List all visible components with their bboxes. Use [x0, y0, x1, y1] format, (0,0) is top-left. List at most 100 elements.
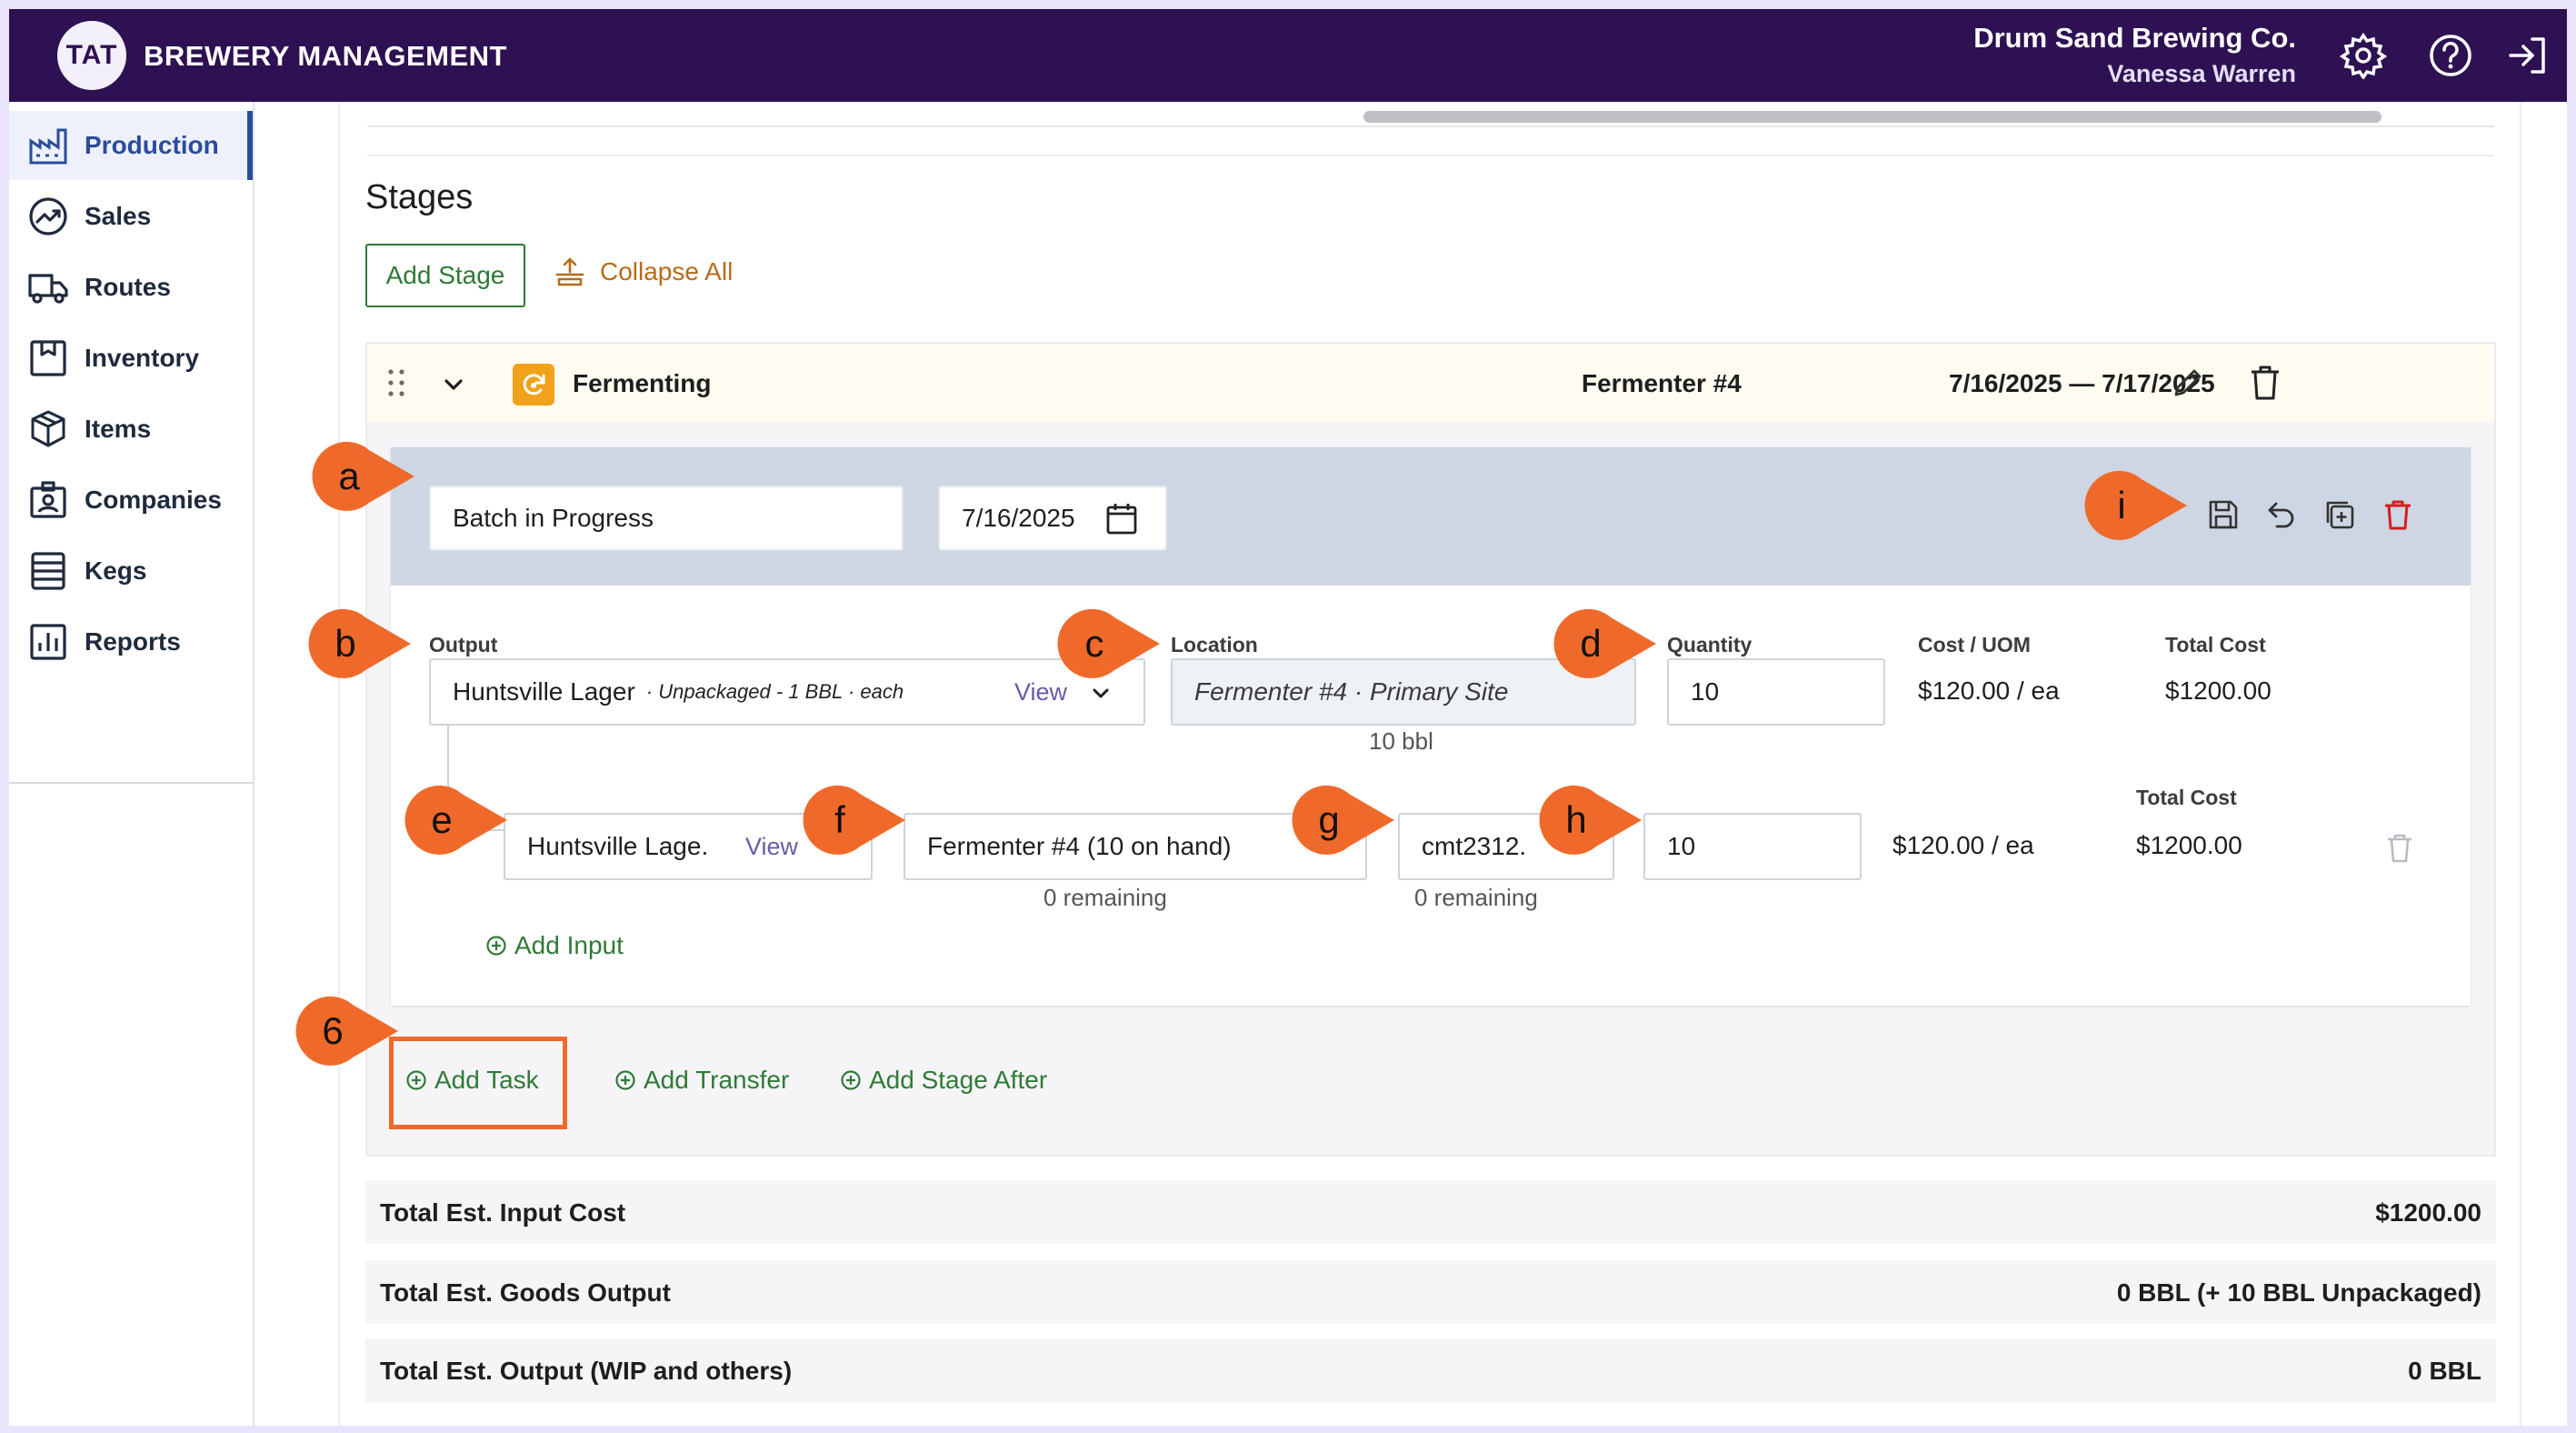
sidebar-item-companies[interactable]: Companies	[9, 466, 253, 535]
callout-label: c	[1084, 622, 1104, 665]
callout-label: b	[334, 622, 356, 665]
callout-b: b	[308, 607, 411, 680]
total-goods-output-row: Total Est. Goods Output 0 BBL (+ 10 BBL …	[365, 1260, 2496, 1324]
callout-label: f	[834, 798, 845, 841]
pencil-icon[interactable]	[2169, 366, 2205, 402]
collapse-icon	[555, 257, 584, 286]
output-item-name: Huntsville Lager	[453, 677, 635, 706]
sidebar-item-items[interactable]: Items	[9, 395, 253, 464]
add-input-label: Add Input	[514, 931, 624, 959]
input-total-cost-label: Total Cost	[2136, 786, 2237, 809]
stage-card: Fermenting Fermenter #4 7/16/2025 — 7/17…	[365, 342, 2496, 1157]
input-view-link[interactable]: View	[745, 833, 798, 861]
location-label: Location	[1171, 633, 1258, 656]
add-stage-after-button[interactable]: Add Stage After	[840, 1066, 1047, 1095]
sidebar-item-label: Companies	[85, 486, 222, 514]
stage-type-icon	[513, 364, 554, 406]
user-name: Vanessa Warren	[2107, 60, 2296, 87]
calendar-icon[interactable]	[1105, 502, 1138, 536]
sidebar-item-label: Inventory	[85, 344, 200, 372]
sidebar-item-reports[interactable]: Reports	[9, 607, 253, 676]
section-title: Stages	[365, 178, 474, 216]
callout-label: e	[431, 798, 453, 841]
output-view-link[interactable]: View	[1014, 678, 1067, 706]
output-quantity-input[interactable]: 10	[1667, 658, 1885, 726]
stage-header[interactable]: Fermenting Fermenter #4 7/16/2025 — 7/17…	[367, 344, 2494, 422]
add-input-button[interactable]: Add Input	[485, 931, 624, 960]
add-stage-after-label: Add Stage After	[869, 1066, 1048, 1094]
stage-vessel: Fermenter #4	[1582, 369, 1742, 397]
task-name-input[interactable]: Batch in Progress	[429, 486, 904, 551]
undo-icon[interactable]	[2265, 498, 2298, 531]
factory-icon	[29, 128, 67, 165]
sidebar-item-production[interactable]: Production	[9, 111, 253, 180]
sidebar-item-kegs[interactable]: Kegs	[9, 536, 253, 606]
total-label: Total Est. Input Cost	[380, 1198, 626, 1227]
location-helper: 10 bbl	[1369, 727, 1433, 755]
sidebar-item-sales[interactable]: Sales	[9, 182, 253, 251]
add-transfer-label: Add Transfer	[644, 1066, 790, 1094]
trend-icon	[29, 197, 67, 235]
remove-input-icon[interactable]	[2385, 833, 2414, 864]
account-info[interactable]: Drum Sand Brewing Co. Vanessa Warren	[1973, 22, 2296, 88]
chevron-down-icon[interactable]	[1089, 682, 1113, 706]
input-quantity-input[interactable]: 10	[1643, 813, 1862, 880]
task-date-value: 7/16/2025	[962, 504, 1075, 532]
task-date-input[interactable]: 7/16/2025	[938, 486, 1167, 551]
input-cost-uom: $120.00 / ea	[1892, 831, 2034, 859]
horizontal-scrollbar[interactable]	[367, 102, 2494, 127]
vessel-remaining: 0 remaining	[1043, 884, 1167, 911]
app-name: BREWERY MANAGEMENT	[144, 40, 507, 72]
sidebar-item-label: Sales	[85, 202, 152, 230]
output-label: Output	[429, 633, 498, 656]
save-icon[interactable]	[2207, 498, 2240, 531]
plus-circle-icon	[486, 936, 506, 956]
company-name: Drum Sand Brewing Co.	[1973, 22, 2296, 54]
sidebar-item-label: Routes	[85, 273, 171, 301]
delete-task-icon[interactable]	[2381, 498, 2414, 531]
output-item-detail: · Unpackaged - 1 BBL · each	[645, 680, 904, 703]
help-icon[interactable]	[2427, 32, 2474, 79]
quantity-label: Quantity	[1667, 633, 1752, 656]
add-stage-button[interactable]: Add Stage	[365, 244, 525, 307]
logo[interactable]: TAT	[57, 21, 126, 90]
drag-handle-icon[interactable]	[385, 367, 407, 398]
duplicate-icon[interactable]	[2323, 498, 2356, 531]
cost-uom-label: Cost / UOM	[1918, 633, 2031, 656]
output-item-select[interactable]: Huntsville Lager · Unpackaged - 1 BBL · …	[429, 658, 1145, 726]
logout-icon[interactable]	[2505, 32, 2552, 79]
sidebar-item-inventory[interactable]: Inventory	[9, 324, 253, 393]
inventory-icon	[30, 340, 66, 376]
callout-6: 6	[295, 995, 398, 1067]
total-cost-label: Total Cost	[2165, 633, 2266, 656]
collapse-all-label: Collapse All	[600, 257, 734, 286]
scrollbar-thumb[interactable]	[1363, 111, 2381, 123]
task-card: Batch in Progress 7/16/2025 Output Locat…	[391, 447, 2471, 1006]
plus-circle-icon	[406, 1070, 426, 1090]
output-cost-uom: $120.00 / ea	[1918, 676, 2060, 705]
callout-d: d	[1553, 607, 1656, 680]
add-transfer-button[interactable]: Add Transfer	[614, 1066, 789, 1095]
total-value: 0 BBL (+ 10 BBL Unpackaged)	[2116, 1278, 2481, 1307]
trash-icon[interactable]	[2247, 364, 2283, 402]
total-output-row: Total Est. Output (WIP and others) 0 BBL	[365, 1338, 2496, 1402]
top-header: TAT BREWERY MANAGEMENT Drum Sand Brewing…	[9, 9, 2567, 102]
callout-a: a	[312, 440, 414, 513]
collapse-all-button[interactable]: Collapse All	[554, 256, 733, 287]
add-task-button[interactable]: Add Task	[405, 1066, 539, 1095]
chart-icon	[30, 624, 66, 660]
callout-label: 6	[322, 1009, 344, 1052]
gear-icon[interactable]	[2340, 32, 2387, 79]
callout-label: d	[1580, 622, 1602, 665]
total-value: 0 BBL	[2408, 1357, 2481, 1385]
total-label: Total Est. Goods Output	[380, 1278, 671, 1307]
chevron-down-icon[interactable]	[442, 373, 465, 396]
truck-icon	[28, 274, 68, 304]
sidebar-item-label: Reports	[85, 627, 181, 656]
app-window: TAT BREWERY MANAGEMENT Drum Sand Brewing…	[9, 9, 2567, 1426]
company-icon	[30, 481, 66, 518]
input-total-cost: $1200.00	[2136, 831, 2242, 859]
sidebar-item-routes[interactable]: Routes	[9, 253, 253, 322]
callout-label: h	[1565, 798, 1587, 841]
callout-e: e	[404, 784, 507, 857]
